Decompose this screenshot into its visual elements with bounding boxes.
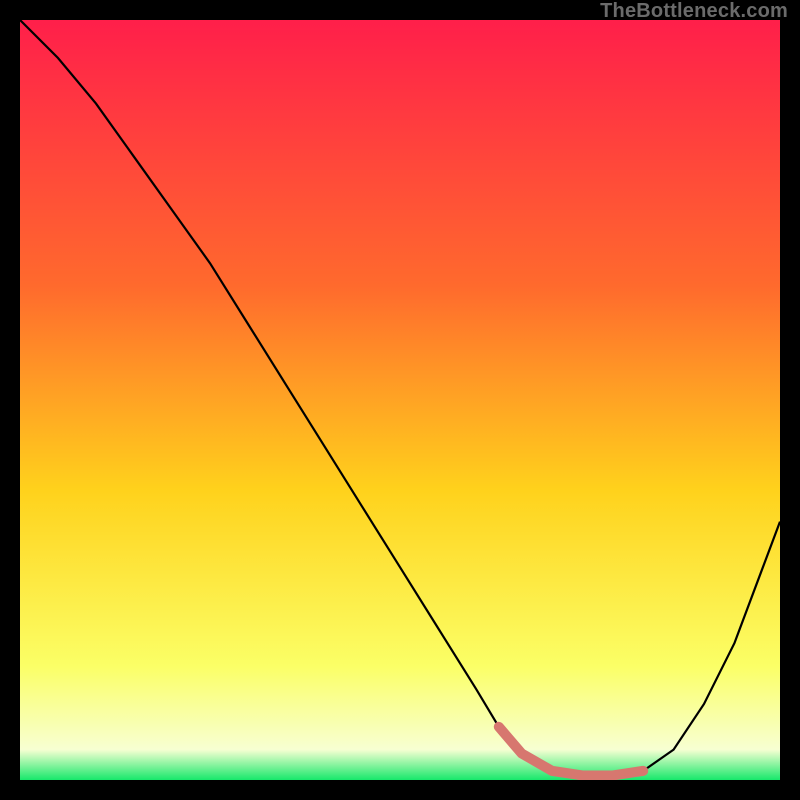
gradient-background <box>20 20 780 780</box>
bottleneck-chart: TheBottleneck.com <box>0 0 800 800</box>
plot-area <box>20 20 780 780</box>
